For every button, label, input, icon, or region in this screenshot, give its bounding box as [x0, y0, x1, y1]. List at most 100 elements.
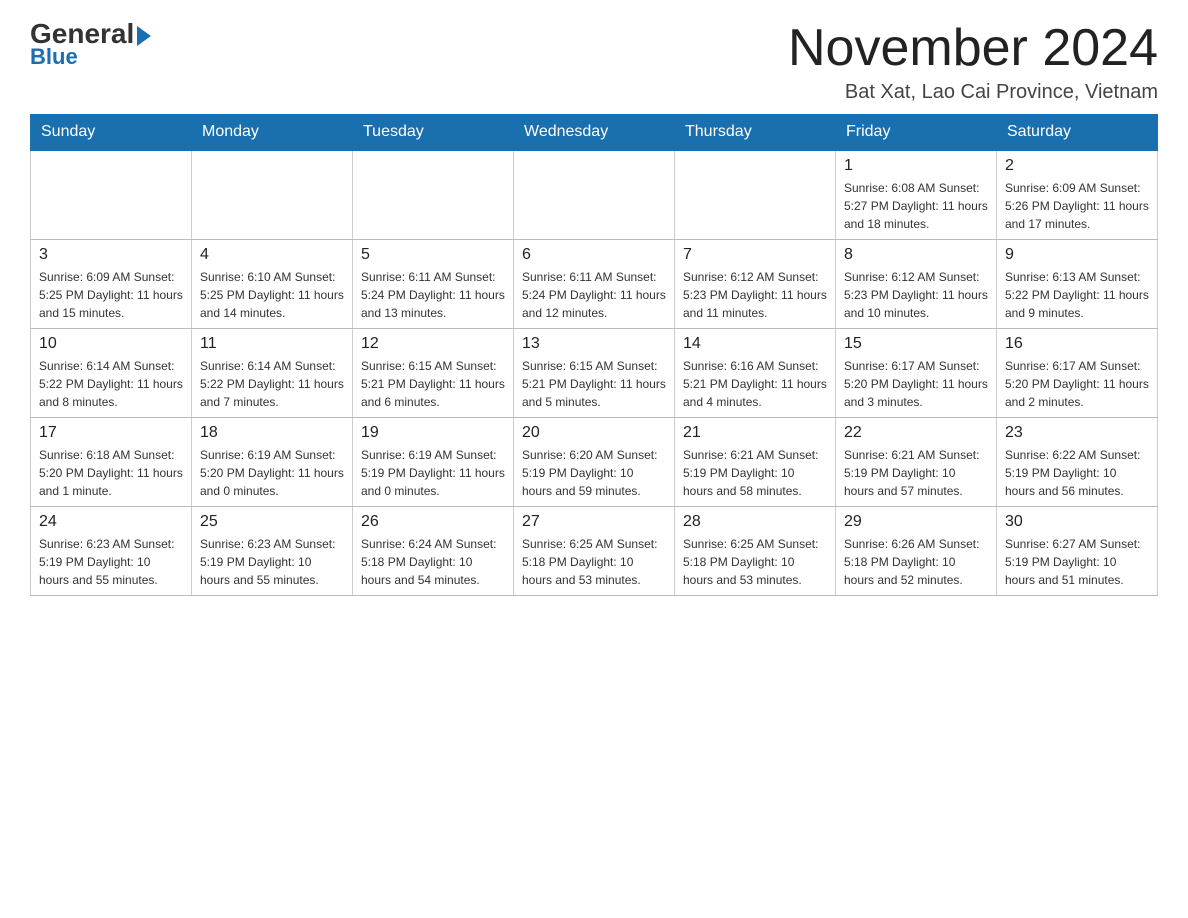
day-info: Sunrise: 6:24 AM Sunset: 5:18 PM Dayligh… — [361, 535, 505, 589]
calendar-cell — [353, 150, 514, 240]
day-number: 19 — [361, 424, 505, 442]
day-number: 24 — [39, 513, 183, 531]
day-info: Sunrise: 6:13 AM Sunset: 5:22 PM Dayligh… — [1005, 268, 1149, 322]
calendar-cell: 26 Sunrise: 6:24 AM Sunset: 5:18 PM Dayli… — [353, 507, 514, 596]
subtitle: Bat Xat, Lao Cai Province, Vietnam — [788, 81, 1158, 104]
day-info: Sunrise: 6:15 AM Sunset: 5:21 PM Dayligh… — [522, 357, 666, 411]
day-info: Sunrise: 6:23 AM Sunset: 5:19 PM Dayligh… — [200, 535, 344, 589]
week-row-2: 3 Sunrise: 6:09 AM Sunset: 5:25 PM Daylig… — [31, 240, 1158, 329]
day-number: 5 — [361, 246, 505, 264]
day-info: Sunrise: 6:17 AM Sunset: 5:20 PM Dayligh… — [1005, 357, 1149, 411]
day-info: Sunrise: 6:08 AM Sunset: 5:27 PM Dayligh… — [844, 179, 988, 233]
calendar-cell: 1 Sunrise: 6:08 AM Sunset: 5:27 PM Daylig… — [836, 150, 997, 240]
day-number: 29 — [844, 513, 988, 531]
day-number: 9 — [1005, 246, 1149, 264]
day-number: 4 — [200, 246, 344, 264]
day-info: Sunrise: 6:26 AM Sunset: 5:18 PM Dayligh… — [844, 535, 988, 589]
calendar-cell — [192, 150, 353, 240]
day-number: 23 — [1005, 424, 1149, 442]
day-number: 1 — [844, 157, 988, 175]
day-number: 22 — [844, 424, 988, 442]
day-info: Sunrise: 6:14 AM Sunset: 5:22 PM Dayligh… — [39, 357, 183, 411]
weekday-header-tuesday: Tuesday — [353, 115, 514, 151]
day-number: 12 — [361, 335, 505, 353]
day-number: 2 — [1005, 157, 1149, 175]
calendar-cell: 20Sunrise: 6:20 AM Sunset: 5:19 PM Dayli… — [514, 418, 675, 507]
day-info: Sunrise: 6:12 AM Sunset: 5:23 PM Dayligh… — [683, 268, 827, 322]
week-row-4: 17 Sunrise: 6:18 AM Sunset: 5:20 PM Dayli… — [31, 418, 1158, 507]
day-info: Sunrise: 6:21 AM Sunset: 5:19 PM Dayligh… — [683, 446, 827, 500]
calendar-cell: 2Sunrise: 6:09 AM Sunset: 5:26 PM Daylig… — [997, 150, 1158, 240]
day-number: 26 — [361, 513, 505, 531]
calendar-cell: 27Sunrise: 6:25 AM Sunset: 5:18 PM Dayli… — [514, 507, 675, 596]
day-info: Sunrise: 6:21 AM Sunset: 5:19 PM Dayligh… — [844, 446, 988, 500]
calendar-cell: 8Sunrise: 6:12 AM Sunset: 5:23 PM Daylig… — [836, 240, 997, 329]
calendar-cell: 13 Sunrise: 6:15 AM Sunset: 5:21 PM Dayli… — [514, 329, 675, 418]
day-info: Sunrise: 6:18 AM Sunset: 5:20 PM Dayligh… — [39, 446, 183, 500]
week-row-5: 24 Sunrise: 6:23 AM Sunset: 5:19 PM Dayli… — [31, 507, 1158, 596]
calendar-cell: 7 Sunrise: 6:12 AM Sunset: 5:23 PM Daylig… — [675, 240, 836, 329]
day-info: Sunrise: 6:25 AM Sunset: 5:18 PM Dayligh… — [683, 535, 827, 589]
day-info: Sunrise: 6:19 AM Sunset: 5:19 PM Dayligh… — [361, 446, 505, 500]
weekday-header-sunday: Sunday — [31, 115, 192, 151]
day-info: Sunrise: 6:17 AM Sunset: 5:20 PM Dayligh… — [844, 357, 988, 411]
day-number: 14 — [683, 335, 827, 353]
day-number: 16 — [1005, 335, 1149, 353]
calendar-cell: 14 Sunrise: 6:16 AM Sunset: 5:21 PM Dayli… — [675, 329, 836, 418]
calendar-cell: 15 Sunrise: 6:17 AM Sunset: 5:20 PM Dayli… — [836, 329, 997, 418]
day-info: Sunrise: 6:12 AM Sunset: 5:23 PM Dayligh… — [844, 268, 988, 322]
day-info: Sunrise: 6:23 AM Sunset: 5:19 PM Dayligh… — [39, 535, 183, 589]
calendar-cell: 21 Sunrise: 6:21 AM Sunset: 5:19 PM Dayli… — [675, 418, 836, 507]
calendar-cell: 9 Sunrise: 6:13 AM Sunset: 5:22 PM Daylig… — [997, 240, 1158, 329]
day-info: Sunrise: 6:20 AM Sunset: 5:19 PM Dayligh… — [522, 446, 666, 500]
day-info: Sunrise: 6:19 AM Sunset: 5:20 PM Dayligh… — [200, 446, 344, 500]
header: General Blue November 2024 Bat Xat, Lao … — [30, 20, 1158, 104]
day-number: 21 — [683, 424, 827, 442]
day-number: 13 — [522, 335, 666, 353]
month-title: November 2024 — [788, 20, 1158, 77]
day-info: Sunrise: 6:14 AM Sunset: 5:22 PM Dayligh… — [200, 357, 344, 411]
day-info: Sunrise: 6:09 AM Sunset: 5:25 PM Dayligh… — [39, 268, 183, 322]
day-info: Sunrise: 6:16 AM Sunset: 5:21 PM Dayligh… — [683, 357, 827, 411]
calendar-cell: 28 Sunrise: 6:25 AM Sunset: 5:18 PM Dayli… — [675, 507, 836, 596]
day-number: 7 — [683, 246, 827, 264]
day-number: 25 — [200, 513, 344, 531]
calendar-cell: 16 Sunrise: 6:17 AM Sunset: 5:20 PM Dayli… — [997, 329, 1158, 418]
calendar-cell: 4 Sunrise: 6:10 AM Sunset: 5:25 PM Daylig… — [192, 240, 353, 329]
calendar-cell: 24 Sunrise: 6:23 AM Sunset: 5:19 PM Dayli… — [31, 507, 192, 596]
calendar-cell: 29 Sunrise: 6:26 AM Sunset: 5:18 PM Dayli… — [836, 507, 997, 596]
calendar-cell: 11 Sunrise: 6:14 AM Sunset: 5:22 PM Dayli… — [192, 329, 353, 418]
calendar-cell — [31, 150, 192, 240]
week-row-1: 1 Sunrise: 6:08 AM Sunset: 5:27 PM Daylig… — [31, 150, 1158, 240]
title-area: November 2024 Bat Xat, Lao Cai Province,… — [788, 20, 1158, 104]
logo-blue-text: Blue — [30, 44, 78, 70]
day-number: 18 — [200, 424, 344, 442]
calendar: SundayMondayTuesdayWednesdayThursdayFrid… — [30, 114, 1158, 596]
calendar-cell: 22 Sunrise: 6:21 AM Sunset: 5:19 PM Dayli… — [836, 418, 997, 507]
calendar-cell — [514, 150, 675, 240]
calendar-cell: 19 Sunrise: 6:19 AM Sunset: 5:19 PM Dayli… — [353, 418, 514, 507]
day-number: 28 — [683, 513, 827, 531]
day-number: 11 — [200, 335, 344, 353]
day-info: Sunrise: 6:27 AM Sunset: 5:19 PM Dayligh… — [1005, 535, 1149, 589]
calendar-cell: 25 Sunrise: 6:23 AM Sunset: 5:19 PM Dayli… — [192, 507, 353, 596]
day-info: Sunrise: 6:15 AM Sunset: 5:21 PM Dayligh… — [361, 357, 505, 411]
calendar-cell: 12 Sunrise: 6:15 AM Sunset: 5:21 PM Dayli… — [353, 329, 514, 418]
week-row-3: 10 Sunrise: 6:14 AM Sunset: 5:22 PM Dayli… — [31, 329, 1158, 418]
day-number: 10 — [39, 335, 183, 353]
day-number: 17 — [39, 424, 183, 442]
calendar-cell: 6Sunrise: 6:11 AM Sunset: 5:24 PM Daylig… — [514, 240, 675, 329]
weekday-header-monday: Monday — [192, 115, 353, 151]
day-info: Sunrise: 6:10 AM Sunset: 5:25 PM Dayligh… — [200, 268, 344, 322]
day-info: Sunrise: 6:11 AM Sunset: 5:24 PM Dayligh… — [361, 268, 505, 322]
weekday-header-friday: Friday — [836, 115, 997, 151]
calendar-cell: 17 Sunrise: 6:18 AM Sunset: 5:20 PM Dayli… — [31, 418, 192, 507]
day-number: 3 — [39, 246, 183, 264]
day-number: 15 — [844, 335, 988, 353]
calendar-cell: 3 Sunrise: 6:09 AM Sunset: 5:25 PM Daylig… — [31, 240, 192, 329]
weekday-header-row: SundayMondayTuesdayWednesdayThursdayFrid… — [31, 115, 1158, 151]
day-info: Sunrise: 6:22 AM Sunset: 5:19 PM Dayligh… — [1005, 446, 1149, 500]
logo: General Blue — [30, 20, 151, 70]
calendar-cell — [675, 150, 836, 240]
day-info: Sunrise: 6:11 AM Sunset: 5:24 PM Dayligh… — [522, 268, 666, 322]
